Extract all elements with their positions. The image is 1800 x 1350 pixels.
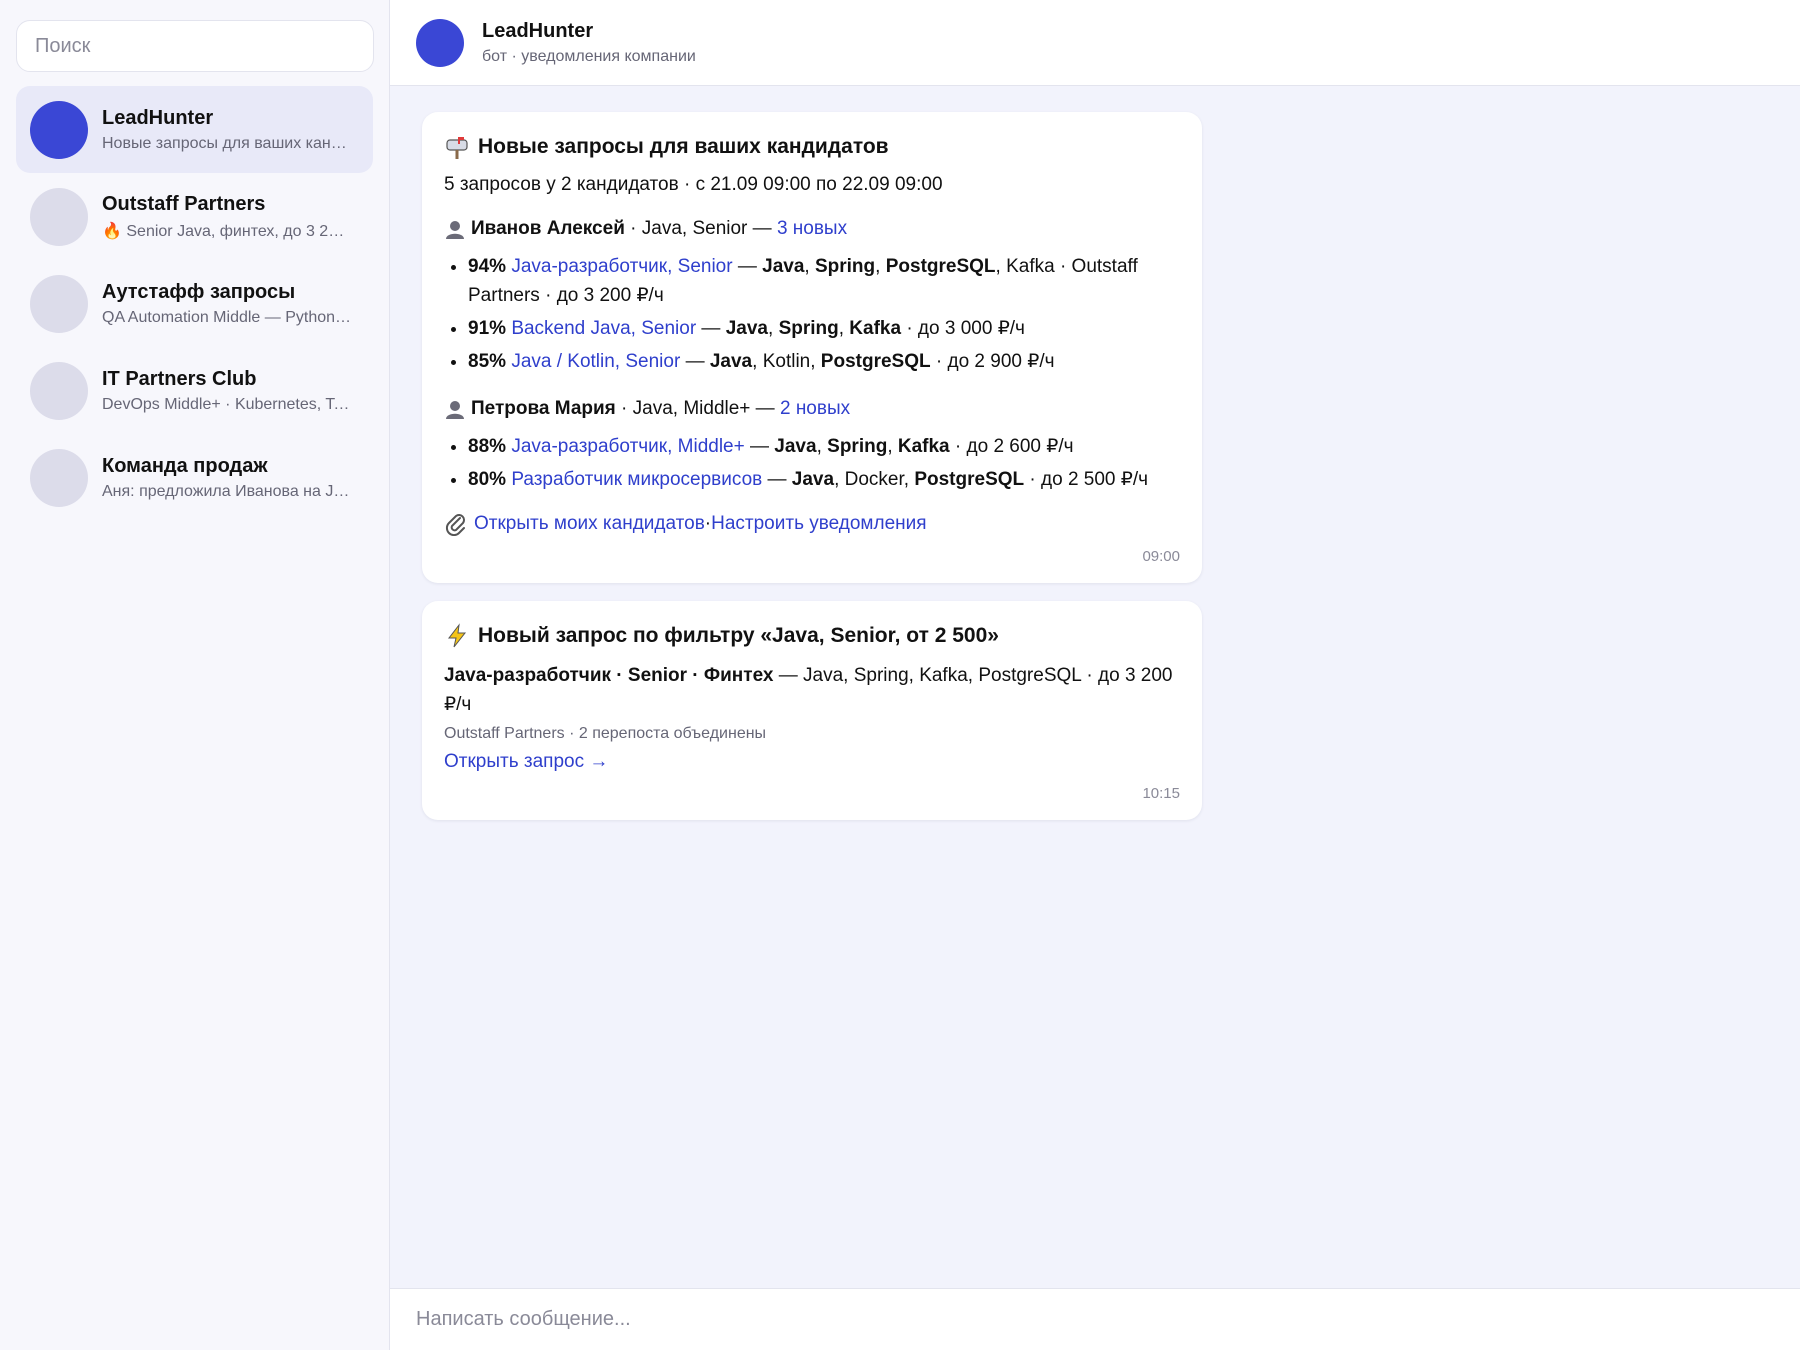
job-link[interactable]: Разработчик микросервисов <box>511 469 762 490</box>
chat-list: LeadHunter Новые запросы для ваших канди… <box>16 86 373 521</box>
chat-title: LeadHunter <box>482 19 594 42</box>
chat-panel: LeadHunter бот · уведомления компании Но… <box>390 0 1800 1350</box>
message-title: Новый запрос по фильтру «Java, Senior, о… <box>478 624 999 647</box>
chat-name: IT Partners Club <box>102 367 257 390</box>
job-list: 94% Java-разработчик, Senior — Java, Spr… <box>444 252 1180 376</box>
chat-preview: Аня: предложила Иванова на Java-проект <box>102 482 352 500</box>
job-summary: Java-разработчик · Senior · Финтех — Jav… <box>444 665 1173 715</box>
lightning-icon <box>447 623 467 648</box>
chat-preview: Новые запросы для ваших кандидатов <box>102 134 352 152</box>
list-item: 91% Backend Java, Senior — Java, Spring,… <box>468 314 1180 343</box>
person-icon <box>446 401 464 419</box>
chat-name: LeadHunter <box>102 106 214 129</box>
chat-subtitle: бот · уведомления компании <box>482 47 696 65</box>
candidate-meta: · Java, Middle+ — <box>615 398 780 419</box>
chat-preview: QA Automation Middle — Python, pytest <box>102 308 352 326</box>
sidebar: LeadHunter Новые запросы для ваших канди… <box>0 0 390 1350</box>
chat-item-outstaff-partners[interactable]: Outstaff Partners 🔥 Senior Java, финтех,… <box>16 173 373 260</box>
list-item: 80% Разработчик микросервисов — Java, Do… <box>468 465 1180 494</box>
message-time: 09:00 <box>1142 548 1180 565</box>
new-requests-link[interactable]: 3 новых <box>777 218 847 239</box>
message-time: 10:15 <box>1142 785 1180 802</box>
message-filter: Новый запрос по фильтру «Java, Senior, о… <box>422 601 1202 820</box>
chat-name: Команда продаж <box>102 454 268 477</box>
chat-item-leadhunter[interactable]: LeadHunter Новые запросы для ваших канди… <box>16 86 373 173</box>
job-link[interactable]: Java-разработчик, Senior <box>511 256 732 277</box>
message-list: Новые запросы для ваших кандидатов 5 зап… <box>390 86 1800 1288</box>
job-link[interactable]: Backend Java, Senior <box>511 318 696 339</box>
list-item: 85% Java / Kotlin, Senior — Java, Kotlin… <box>468 347 1180 376</box>
list-item: 88% Java-разработчик, Middle+ — Java, Sp… <box>468 432 1180 461</box>
new-requests-link[interactable]: 2 новых <box>780 398 850 419</box>
chat-item-it-partners-club[interactable]: IT Partners Club DevOps Middle+ · Kubern… <box>16 347 373 434</box>
avatar[interactable] <box>416 18 464 67</box>
job-source: Outstaff Partners · 2 перепоста объедине… <box>444 725 767 742</box>
mailbox-icon <box>446 137 468 159</box>
digest-links: Открыть моих кандидатов · Настроить увед… <box>444 512 1180 536</box>
candidate-name: Петрова Мария <box>471 398 616 419</box>
job-link[interactable]: Java-разработчик, Middle+ <box>511 436 744 457</box>
avatar <box>30 448 88 507</box>
candidate-header: Иванов Алексей · Java, Senior — 3 новых <box>444 218 1180 240</box>
message-input[interactable] <box>416 1308 1774 1331</box>
chat-preview: 🔥 Senior Java, финтех, до 3 200 ₽/ч <box>102 222 352 240</box>
chat-preview: DevOps Middle+ · Kubernetes, Terraform <box>102 395 352 413</box>
search-input[interactable] <box>16 20 374 72</box>
avatar <box>30 100 88 159</box>
notification-settings-link[interactable]: Настроить уведомления <box>711 513 926 535</box>
avatar <box>30 361 88 420</box>
message-digest: Новые запросы для ваших кандидатов 5 зап… <box>422 112 1202 583</box>
list-item: 94% Java-разработчик, Senior — Java, Spr… <box>468 252 1180 310</box>
open-request-link[interactable]: Открыть запрос → <box>444 751 608 773</box>
open-candidates-link[interactable]: Открыть моих кандидатов <box>474 513 705 535</box>
candidate-name: Иванов Алексей <box>471 218 625 239</box>
paperclip-icon <box>445 514 465 536</box>
job-list: 88% Java-разработчик, Middle+ — Java, Sp… <box>444 432 1180 494</box>
chat-item-sales-team[interactable]: Команда продаж Аня: предложила Иванова н… <box>16 434 373 521</box>
person-icon <box>446 221 464 239</box>
message-composer <box>390 1288 1800 1350</box>
chat-header: LeadHunter бот · уведомления компании <box>390 0 1800 86</box>
candidate-meta: · Java, Senior — <box>624 218 777 239</box>
candidate-header: Петрова Мария · Java, Middle+ — 2 новых <box>444 398 1180 420</box>
avatar <box>30 187 88 246</box>
avatar <box>30 274 88 333</box>
job-link[interactable]: Java / Kotlin, Senior <box>511 351 680 372</box>
digest-summary: 5 запросов у 2 кандидатов · с 21.09 09:0… <box>444 174 943 195</box>
chat-name: Аутстафф запросы <box>102 280 296 303</box>
chat-item-outstaff-requests[interactable]: Аутстафф запросы QA Automation Middle — … <box>16 260 373 347</box>
message-title: Новые запросы для ваших кандидатов <box>478 135 889 158</box>
chat-name: Outstaff Partners <box>102 192 266 215</box>
